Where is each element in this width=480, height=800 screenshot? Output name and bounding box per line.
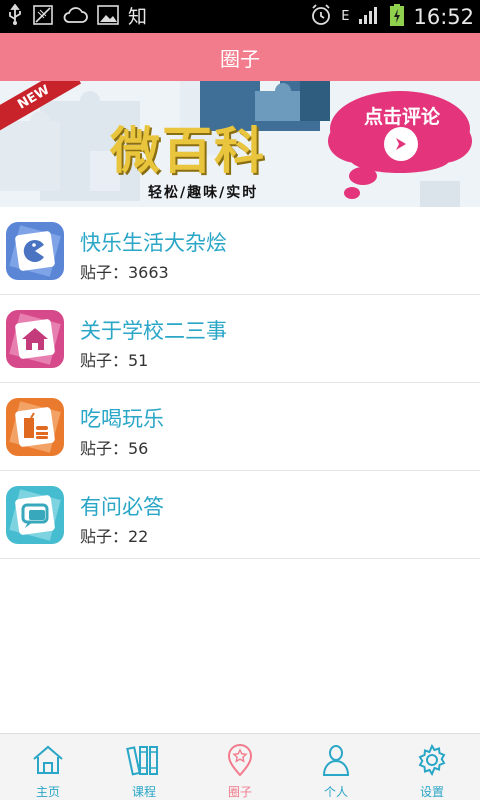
location-pin-icon	[227, 744, 253, 777]
list-item[interactable]: 吃喝玩乐 贴子：56	[0, 383, 480, 471]
list-item[interactable]: 关于学校二三事 贴子：51	[0, 295, 480, 383]
circle-list: 快乐生活大杂烩 贴子：3663 关于学校二三事 贴子：51 吃喝玩乐 贴子：56…	[0, 207, 480, 559]
post-count: 贴子：56	[80, 439, 149, 458]
circle-title: 有问必答	[80, 495, 164, 519]
list-item[interactable]: 快乐生活大杂烩 贴子：3663	[0, 207, 480, 295]
nav-home-label: 主页	[35, 785, 60, 799]
nav-courses-label: 课程	[131, 785, 156, 799]
post-count: 贴子：22	[80, 527, 149, 546]
banner-subtitle: 轻松/趣味/实时	[148, 185, 259, 201]
usb-icon	[6, 3, 24, 30]
cloud-icon	[62, 4, 88, 30]
person-icon	[322, 745, 350, 776]
post-count: 贴子：3663	[80, 263, 169, 282]
signal-icon	[357, 4, 381, 30]
nav-circle[interactable]: 圈子	[192, 734, 288, 800]
nav-settings-label: 设置	[419, 785, 444, 799]
home-icon	[33, 745, 63, 774]
food-icon	[4, 396, 66, 458]
comment-cta[interactable]: 点击评论	[340, 102, 464, 129]
house-icon	[4, 308, 66, 370]
nav-profile-label: 个人	[323, 785, 348, 799]
nav-profile[interactable]: 个人	[288, 734, 384, 800]
page-title: 圈子	[220, 46, 260, 71]
gear-icon	[418, 743, 446, 777]
clock: 16:52	[413, 5, 474, 29]
circle-title: 关于学校二三事	[80, 319, 227, 343]
post-count: 贴子：51	[80, 351, 149, 370]
bottom-nav: 主页 课程 圈子 个人 设置	[0, 733, 480, 800]
title-bar: 圈子	[0, 33, 480, 81]
circle-title: 吃喝玩乐	[80, 407, 164, 431]
status-bar: 知 E 16:52	[0, 0, 480, 33]
notification-text: 知	[128, 6, 148, 28]
battery-icon	[389, 3, 405, 31]
nav-courses[interactable]: 课程	[96, 734, 192, 800]
books-icon	[126, 746, 158, 776]
image-icon	[96, 4, 120, 30]
pacman-icon	[4, 220, 66, 282]
list-item[interactable]: 有问必答 贴子：22	[0, 471, 480, 559]
no-sim-icon	[32, 4, 54, 30]
arrow-right-icon[interactable]	[384, 127, 418, 161]
network-type: E	[341, 9, 350, 24]
banner-title: 微百科	[110, 122, 266, 180]
nav-circle-label: 圈子	[227, 785, 252, 799]
chat-icon	[4, 484, 66, 546]
nav-settings[interactable]: 设置	[384, 734, 480, 800]
alarm-icon	[309, 3, 333, 31]
circle-title: 快乐生活大杂烩	[80, 231, 227, 255]
nav-home[interactable]: 主页	[0, 734, 96, 800]
